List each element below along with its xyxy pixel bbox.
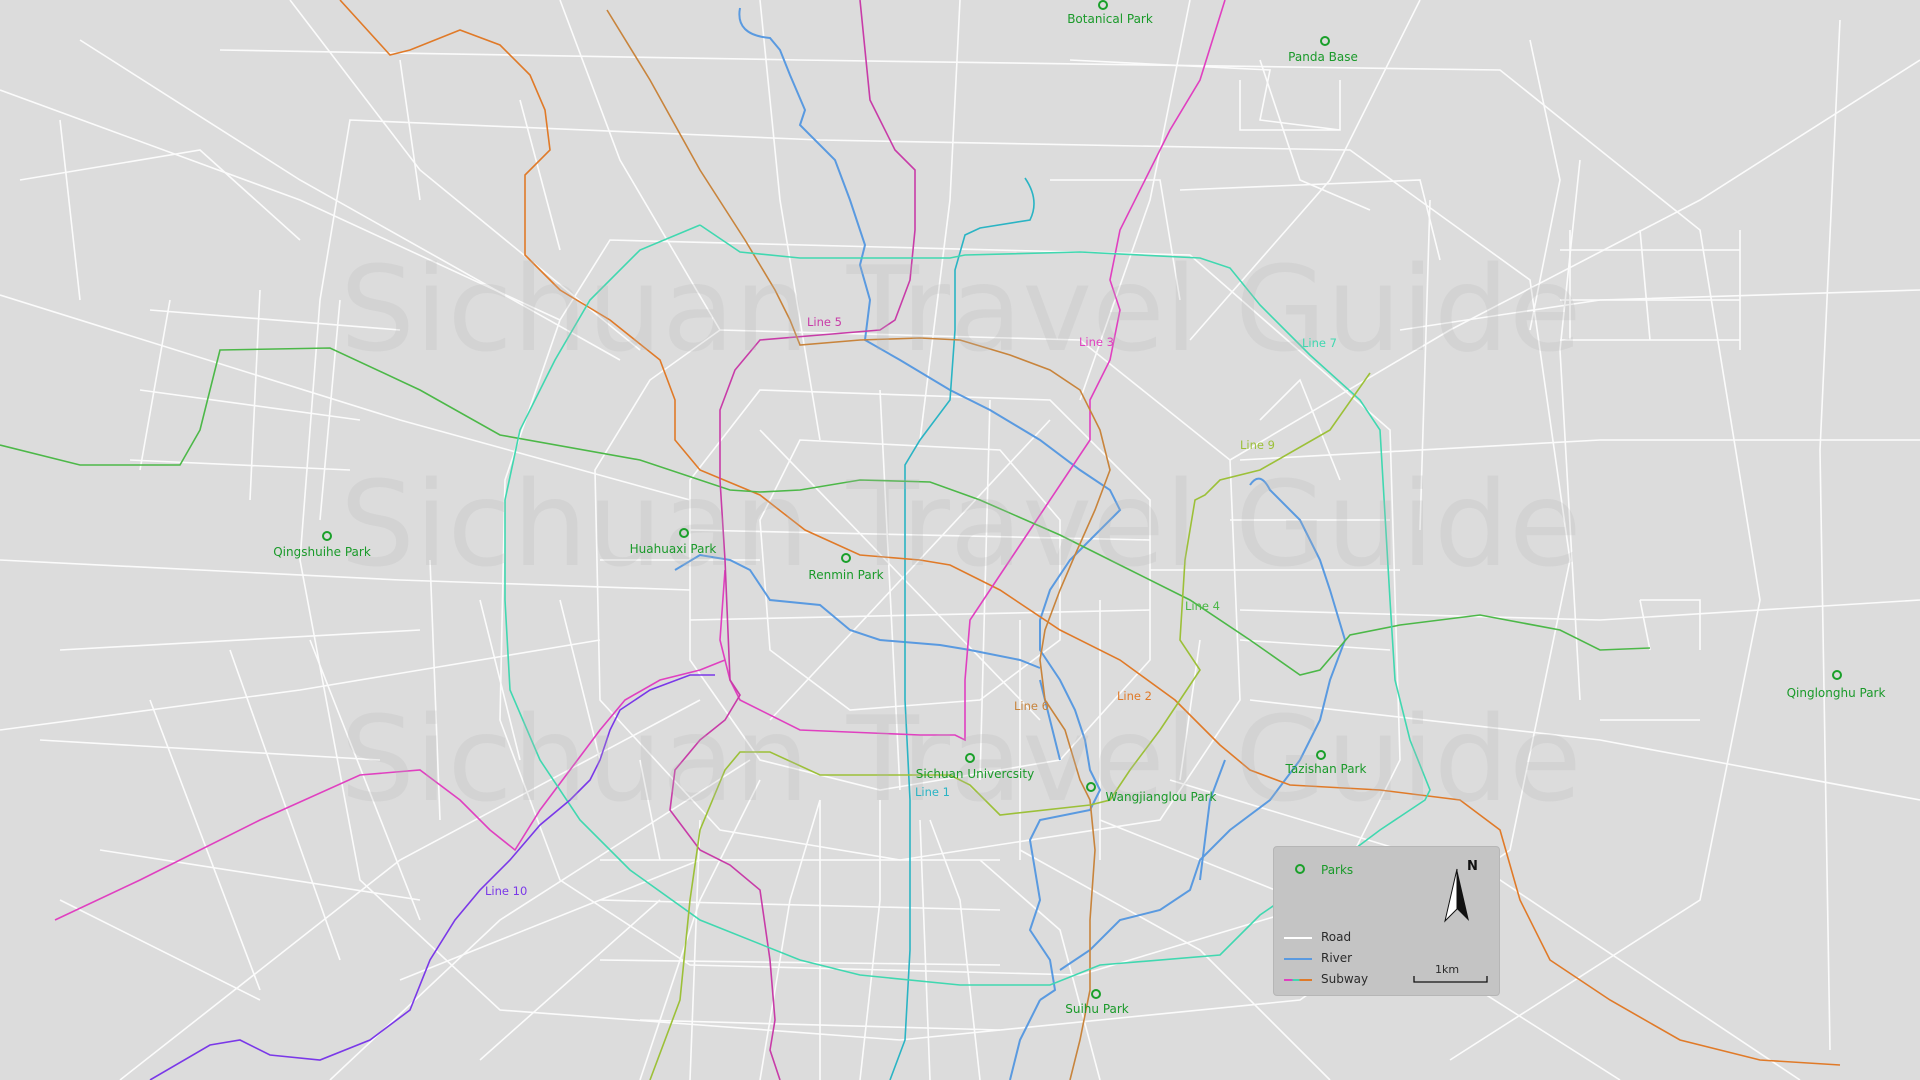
map-legend: Parks N Road River Subway 1km bbox=[1273, 846, 1500, 996]
park-label-panda-base[interactable]: Panda Base bbox=[1288, 50, 1358, 64]
park-icon[interactable] bbox=[1086, 782, 1096, 792]
park-label-sichuan-university[interactable]: Sichuan Univercsity bbox=[916, 767, 1034, 781]
line-label-10: Line 10 bbox=[485, 884, 528, 898]
park-label-renmin[interactable]: Renmin Park bbox=[808, 568, 883, 582]
legend-river-label: River bbox=[1321, 951, 1353, 965]
park-icon bbox=[1295, 864, 1305, 874]
park-icon[interactable] bbox=[1316, 750, 1326, 760]
watermark-text-bottom: Sichuan Travel Guide bbox=[340, 690, 1582, 828]
scale-bar bbox=[1413, 976, 1488, 983]
legend-road-label: Road bbox=[1321, 930, 1352, 944]
park-icon[interactable] bbox=[1091, 989, 1101, 999]
park-icon[interactable] bbox=[841, 553, 851, 563]
legend-subway-swatch bbox=[1284, 979, 1312, 981]
line-label-9: Line 9 bbox=[1240, 438, 1275, 452]
park-icon[interactable] bbox=[1098, 0, 1108, 10]
park-icon[interactable] bbox=[965, 753, 975, 763]
watermark-text-top: Sichuan Travel Guide bbox=[340, 240, 1582, 378]
line-label-1: Line 1 bbox=[915, 785, 950, 799]
park-icon[interactable] bbox=[1320, 36, 1330, 46]
line-label-2: Line 2 bbox=[1117, 689, 1152, 703]
park-label-qingshuihe[interactable]: Qingshuihe Park bbox=[273, 545, 371, 559]
park-label-qinglonghu[interactable]: Qinglonghu Park bbox=[1787, 686, 1886, 700]
line-label-3: Line 3 bbox=[1079, 335, 1114, 349]
legend-road-swatch bbox=[1284, 937, 1312, 939]
park-icon[interactable] bbox=[1832, 670, 1842, 680]
park-label-tazishan[interactable]: Tazishan Park bbox=[1286, 762, 1367, 776]
legend-subway-label: Subway bbox=[1321, 972, 1369, 986]
legend-river-swatch bbox=[1284, 958, 1312, 960]
line-label-4: Line 4 bbox=[1185, 599, 1220, 613]
park-label-suihu[interactable]: Suihu Park bbox=[1065, 1002, 1129, 1016]
north-label: N bbox=[1467, 859, 1478, 874]
park-icon[interactable] bbox=[322, 531, 332, 541]
park-label-botanical[interactable]: Botanical Park bbox=[1067, 12, 1153, 26]
legend-parks-label: Parks bbox=[1321, 863, 1354, 877]
watermark-text-middle: Sichuan Travel Guide bbox=[340, 455, 1582, 593]
line-label-7: Line 7 bbox=[1302, 336, 1337, 350]
park-icon[interactable] bbox=[679, 528, 689, 538]
line-label-5: Line 5 bbox=[807, 315, 842, 329]
park-label-huahuaxi[interactable]: Huahuaxi Park bbox=[630, 542, 717, 556]
park-label-wangjianglou[interactable]: Wangjianglou Park bbox=[1106, 790, 1217, 804]
line-label-6: Line 6 bbox=[1014, 699, 1049, 713]
north-arrow-icon: N bbox=[1444, 859, 1478, 923]
